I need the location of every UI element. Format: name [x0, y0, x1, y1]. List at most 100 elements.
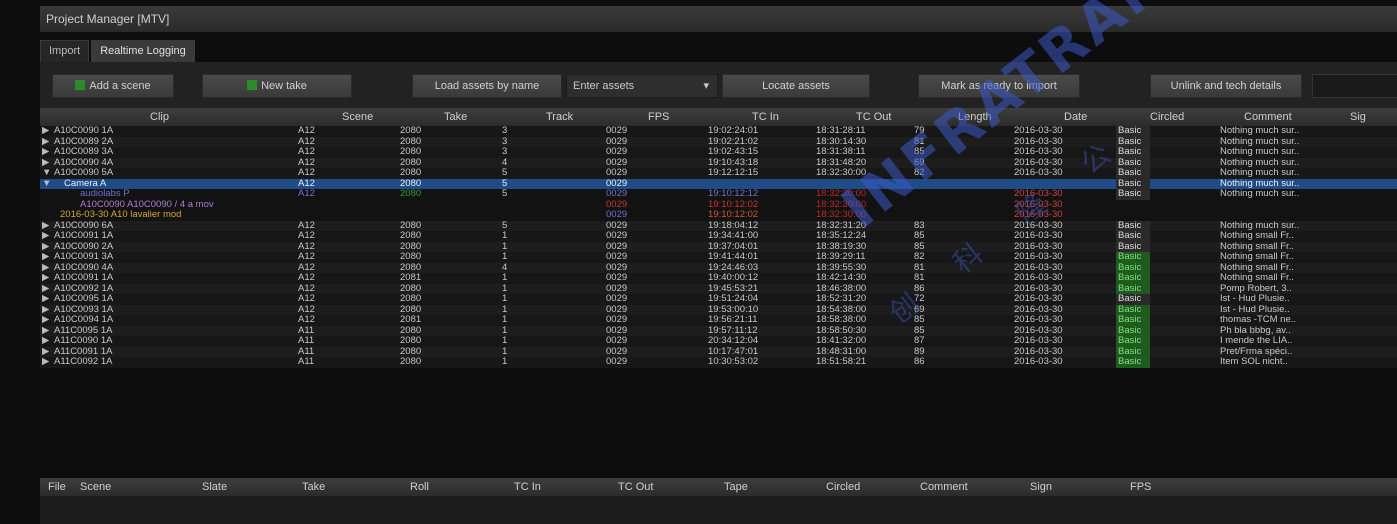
table-row[interactable]: ▶ A10C0089 2A A12 2080 3 0029 19:02:21:02 18:30…	[40, 136, 1397, 148]
col-take[interactable]: Take	[444, 111, 467, 123]
footer-col-tc-in[interactable]: TC In	[514, 481, 541, 493]
col-track[interactable]: Track	[546, 111, 573, 123]
footer-col-comment[interactable]: Comment	[920, 481, 968, 493]
table-row[interactable]: ▶ A10C0091 1A A12 2081 1 0029 19:40:00:12 18:42…	[40, 273, 1397, 284]
col-tc-in[interactable]: TC In	[752, 111, 779, 123]
expand-arrow-icon[interactable]: ▶	[42, 336, 52, 347]
expand-arrow-icon[interactable]: ▼	[42, 168, 52, 179]
table-row[interactable]: ▶ A10C0090 4A A12 2080 4 0029 19:24:46:03 18:39…	[40, 262, 1397, 274]
expand-arrow-icon[interactable]: ▶	[42, 252, 52, 263]
col-tc-out[interactable]: TC Out	[856, 111, 891, 123]
expand-arrow-icon[interactable]: ▶	[42, 294, 52, 305]
footer-col-tc-out[interactable]: TC Out	[618, 481, 653, 493]
table-row[interactable]: ▶ A11C0091 1A A11 2080 1 0029 10:17:47:01 18:48…	[40, 346, 1397, 358]
footer-col-fps[interactable]: FPS	[1130, 481, 1151, 493]
assets-dropdown[interactable]: Enter assets ▾	[566, 74, 718, 98]
expand-arrow-icon[interactable]: ▶	[42, 147, 52, 158]
load-assets-button[interactable]: Load assets by name	[412, 74, 562, 98]
table-row[interactable]: ▶ A11C0090 1A A11 2080 1 0029 20:34:12:04 18:41…	[40, 336, 1397, 347]
table-row[interactable]: ▶ A10C0090 2A A12 2080 1 0029 19:37:04:01 18:38…	[40, 241, 1397, 253]
expand-arrow-icon[interactable]: ▶	[42, 126, 52, 137]
expand-arrow-icon[interactable]: ▶	[42, 221, 52, 232]
table-row[interactable]: ▶ A10C0091 3A A12 2080 1 0029 19:41:44:01 18:39…	[40, 252, 1397, 263]
sub-row[interactable]: 2016-03-30 A10 lavalier mod 0029 19:10:12:…	[40, 210, 1397, 221]
expand-arrow-icon[interactable]: ▶	[42, 231, 52, 242]
track-cell: 5	[502, 220, 508, 231]
date-cell: 2016-03-30	[1014, 168, 1063, 178]
table-row[interactable]: ▶ A10C0090 1A A12 2080 3 0029 19:02:24:01 18:31…	[40, 126, 1397, 137]
table-row[interactable]: ▶ A10C0092 1A A12 2080 1 0029 19:45:53:21 18:46…	[40, 283, 1397, 295]
fps-cell: 0029	[606, 325, 628, 336]
mark-assets-button[interactable]: Mark as ready to import	[918, 74, 1080, 98]
tc-out-cell: 18:32:30:00	[816, 199, 867, 210]
comment-cell: I mende the LIA..	[1220, 336, 1293, 346]
add-scene-button[interactable]: Add a scene	[52, 74, 174, 98]
length-cell: 85	[914, 325, 925, 336]
tab-import[interactable]: Import	[40, 40, 90, 63]
col-scene[interactable]: Scene	[342, 111, 373, 123]
track-cell: 1	[502, 273, 508, 283]
table-row[interactable]: ▶ A10C0089 3A A12 2080 3 0029 19:02:43:15 18:31…	[40, 147, 1397, 158]
footer-col-circled[interactable]: Circled	[826, 481, 860, 493]
clip-name: A11C0091 1A	[54, 346, 113, 357]
track-cell: 5	[502, 178, 508, 189]
footer-col-take[interactable]: Take	[302, 481, 325, 493]
footer-col-sign[interactable]: Sign	[1030, 481, 1052, 493]
table-row[interactable]: ▶ A10C0093 1A A12 2080 1 0029 19:53:00:10 18:54…	[40, 304, 1397, 316]
fps-cell: 0029	[606, 231, 628, 241]
table-row[interactable]: ▶ A10C0095 1A A12 2080 1 0029 19:51:24:04 18:52…	[40, 294, 1397, 305]
table-row[interactable]: ▶ A10C0091 1A A12 2080 1 0029 19:34:41:00 18:35…	[40, 231, 1397, 242]
clips-table: ▶ A10C0090 1A A12 2080 3 0029 19:02:24:01 18:31…	[40, 126, 1397, 478]
table-row[interactable]: ▶ A10C0090 4A A12 2080 4 0029 19:10:43:18 18:31…	[40, 157, 1397, 169]
col-length[interactable]: Length	[958, 111, 992, 123]
expand-arrow-icon[interactable]: ▶	[42, 315, 52, 326]
expand-arrow-icon[interactable]: ▶	[42, 242, 52, 253]
col-fps[interactable]: FPS	[648, 111, 669, 123]
col-clip[interactable]: Clip	[150, 111, 169, 123]
footer-col-tape[interactable]: Tape	[724, 481, 748, 493]
sub-row[interactable]: audiolabs P A12 2080 5 0029 19:10:12:12 18:32:…	[40, 189, 1397, 200]
expand-arrow-icon[interactable]: ▼	[42, 179, 52, 190]
expand-arrow-icon[interactable]: ▶	[42, 357, 52, 368]
table-row[interactable]: ▶ A10C0094 1A A12 2081 1 0029 19:56:21:11 18:58…	[40, 315, 1397, 326]
table-row-selected[interactable]: ▼ Camera A A12 2080 5 0029 Basic Nothing much s…	[40, 178, 1397, 190]
comment-cell: Nothing much sur..	[1220, 178, 1300, 189]
table-row[interactable]: ▶ A11C0092 1A A11 2080 1 0029 10:30:53:02 18:51…	[40, 357, 1397, 368]
expand-arrow-icon[interactable]: ▶	[42, 273, 52, 284]
scene-cell: A11	[298, 346, 315, 357]
table-row[interactable]: ▶ A10C0090 6A A12 2080 5 0029 19:18:04:12 18:32…	[40, 220, 1397, 232]
table-row[interactable]: ▼ A10C0090 5A A12 2080 5 0029 19:12:12:15 18:32…	[40, 168, 1397, 179]
footer-col-scene[interactable]: Scene	[80, 481, 111, 493]
expand-arrow-icon[interactable]: ▶	[42, 158, 52, 169]
footer-col-slate[interactable]: Slate	[202, 481, 227, 493]
col-comment[interactable]: Comment	[1244, 111, 1292, 123]
expand-arrow-icon[interactable]: ▶	[42, 305, 52, 316]
scene-cell: A12	[298, 126, 315, 136]
footer-col-file[interactable]: File	[48, 481, 66, 493]
take-cell: 2080	[400, 157, 422, 168]
date-cell: 2016-03-30	[1014, 157, 1063, 168]
search-field[interactable]	[1312, 74, 1397, 98]
new-take-button[interactable]: New take	[202, 74, 352, 98]
expand-arrow-icon[interactable]: ▶	[42, 326, 52, 337]
length-cell: 82	[914, 168, 925, 178]
tc-in-cell: 19:40:00:12	[708, 273, 759, 283]
expand-arrow-icon[interactable]: ▶	[42, 284, 52, 295]
col-date[interactable]: Date	[1064, 111, 1087, 123]
locate-assets-button[interactable]: Locate assets	[722, 74, 870, 98]
take-cell: 2080	[400, 346, 422, 357]
footer-col-roll[interactable]: Roll	[410, 481, 429, 493]
clip-name: A10C0092 1A	[54, 283, 114, 294]
unlink-button[interactable]: Unlink and tech details	[1150, 74, 1302, 98]
track-cell: 4	[502, 262, 508, 273]
tc-out-cell: 18:31:38:11	[816, 147, 866, 157]
tab-realtime-logging[interactable]: Realtime Logging	[91, 40, 195, 63]
expand-arrow-icon[interactable]: ▶	[42, 347, 52, 358]
fps-cell: 0029	[606, 220, 628, 231]
col-circled[interactable]: Circled	[1150, 111, 1184, 123]
expand-arrow-icon[interactable]: ▶	[42, 137, 52, 148]
expand-arrow-icon[interactable]: ▶	[42, 263, 52, 274]
sub-row[interactable]: A10C0090 A10C0090 / 4 a mov 0029 19:10:12:…	[40, 199, 1397, 210]
col-sig[interactable]: Sig	[1350, 111, 1366, 123]
table-row[interactable]: ▶ A11C0095 1A A11 2080 1 0029 19:57:11:12 18:58…	[40, 325, 1397, 337]
